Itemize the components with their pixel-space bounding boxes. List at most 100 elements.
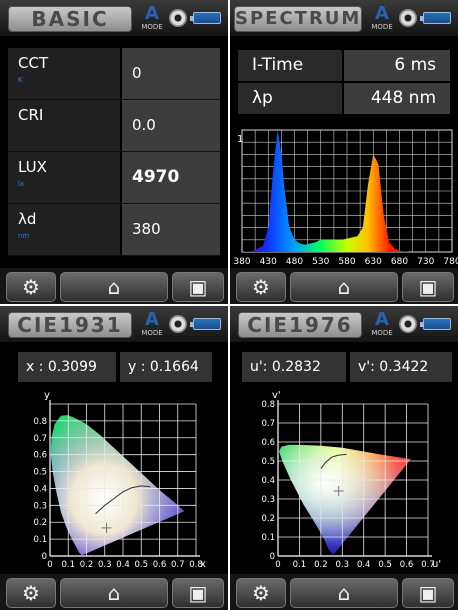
cie-y-tick: 0.4 [33, 484, 47, 494]
home-button[interactable]: ⌂ [290, 272, 398, 302]
cct-value: 0 [122, 48, 220, 99]
mode-letter: A [145, 3, 159, 24]
cie-x-tick: 0.6 [153, 560, 167, 570]
cie1976-chart: 0 0.1 0.2 0.3 0.4 0.5 0.6 0.7 0 0.1 0.2 0.3 0.4 0.5 0.… [261, 390, 441, 570]
cie-y-tick: 0.5 [261, 457, 275, 467]
cie-y-tick: 0.1 [261, 533, 275, 543]
cie-y-tick: 0.6 [33, 451, 47, 461]
cie1931-axis-y-name: y [44, 390, 50, 401]
cie-y-tick: 0.2 [261, 514, 275, 524]
row-lux: LUX lx 4970 [8, 152, 220, 204]
spectrum-x-tick: 530 [312, 257, 329, 267]
ld-unit: nm [18, 232, 30, 240]
home-icon: ⌂ [337, 581, 351, 605]
save-button[interactable]: ▣ [172, 272, 224, 302]
settings-button[interactable]: ⚙ [6, 578, 56, 608]
sensor-icon [169, 9, 187, 27]
cie1976-panel: CIE1976 A MODE u': 0.2832 v': 0.3422 0 0… [230, 306, 458, 610]
cie-x-tick: 0.4 [116, 560, 130, 570]
cri-label-cell: CRI [8, 100, 120, 151]
basic-title: BASIC [8, 6, 132, 32]
save-button[interactable]: ▣ [402, 578, 454, 608]
cie1931-chart: 0 0.1 0.2 0.3 0.4 0.5 0.6 0.7 0.8 0 0.1 0.2 0.3 0.4 0.… [33, 390, 206, 570]
lux-label: LUX [18, 158, 47, 176]
cie-x-tick: 0.7 [171, 560, 185, 570]
home-icon: ⌂ [107, 275, 121, 299]
home-button[interactable]: ⌂ [60, 578, 168, 608]
mode-button[interactable]: A MODE [140, 4, 164, 34]
cie-x-tick: 0.3 [336, 560, 350, 570]
cie-y-tick: 0.7 [33, 434, 47, 444]
cie1931-toolbar: ⚙ ⌂ ▣ [0, 574, 228, 610]
battery-icon [190, 12, 221, 24]
cri-value: 0.0 [122, 100, 220, 151]
gear-icon: ⚙ [252, 581, 270, 605]
save-button[interactable]: ▣ [172, 578, 224, 608]
basic-panel: BASIC A MODE CCT K 0 CRI 0.0 LUX lx 4970 λd… [0, 0, 228, 304]
spectrum-x-tick: 480 [286, 257, 303, 267]
cie-x-tick: 0.1 [61, 560, 75, 570]
cie-x-tick: 0.5 [134, 560, 148, 570]
spectrum-panel: SPECTRUM A MODE I-Time 6 ms λp 448 nm 1 … [230, 0, 458, 304]
save-icon: ▣ [418, 581, 438, 605]
spectrum-x-tick: 730 [417, 257, 434, 267]
spectrum-ymax-label: 1 [237, 134, 243, 145]
cie-y-tick: 0.8 [33, 417, 47, 427]
cie1931-axis-x-name: x [200, 559, 206, 570]
gear-icon: ⚙ [22, 581, 40, 605]
spectrum-x-tick: 680 [391, 257, 408, 267]
save-icon: ▣ [418, 275, 438, 299]
spectrum-chart: 1 380 430 480 530 580 630 680 730 780 [233, 129, 458, 267]
cie1931-gamut-white [50, 415, 185, 556]
basic-table: CCT K 0 CRI 0.0 LUX lx 4970 λd nm 380 [8, 48, 220, 256]
spectrum-toolbar: ⚙ ⌂ ▣ [230, 268, 458, 304]
save-icon: ▣ [188, 275, 208, 299]
cie-y-tick: 0.3 [33, 501, 47, 511]
ld-label: λd [18, 210, 37, 228]
spectrum-x-tick: 380 [233, 257, 250, 267]
home-button[interactable]: ⌂ [290, 578, 398, 608]
cie-y-tick: 0.6 [261, 438, 275, 448]
lux-unit: lx [18, 180, 25, 188]
home-icon: ⌂ [337, 275, 351, 299]
cie1976-axis-y-name: v' [272, 390, 281, 401]
row-cct: CCT K 0 [8, 48, 220, 100]
cie-y-tick: 0.1 [33, 535, 47, 545]
cie-x-tick: 0 [275, 560, 280, 570]
lux-label-cell: LUX lx [8, 152, 120, 203]
spectrum-x-tick: 430 [260, 257, 277, 267]
save-button[interactable]: ▣ [402, 272, 454, 302]
gear-icon: ⚙ [252, 275, 270, 299]
cie-y-tick: 0.2 [33, 518, 47, 528]
save-icon: ▣ [188, 581, 208, 605]
spectrum-x-tick: 630 [365, 257, 382, 267]
cie-x-tick: 0.3 [98, 560, 112, 570]
cie-x-tick: 0 [47, 560, 52, 570]
cri-label: CRI [18, 106, 44, 124]
cie-y-tick: 0.3 [261, 495, 275, 505]
spectrum-x-tick: 780 [443, 257, 458, 267]
settings-button[interactable]: ⚙ [236, 578, 286, 608]
row-dominant-wavelength: λd nm 380 [8, 204, 220, 256]
cct-label: CCT [18, 54, 49, 72]
home-button[interactable]: ⌂ [60, 272, 168, 302]
home-icon: ⌂ [107, 581, 121, 605]
cct-label-cell: CCT K [8, 48, 120, 99]
row-cri: CRI 0.0 [8, 100, 220, 152]
cct-unit: K [18, 76, 23, 84]
cie-x-tick: 0.2 [314, 560, 328, 570]
spectrum-x-tick: 580 [338, 257, 355, 267]
cie-y-tick: 0 [42, 552, 47, 562]
settings-button[interactable]: ⚙ [6, 272, 56, 302]
basic-toolbar: ⚙ ⌂ ▣ [0, 268, 228, 304]
mode-label: MODE [141, 23, 163, 31]
cie-x-tick: 0.1 [293, 560, 307, 570]
basic-titlebar: BASIC A MODE [0, 0, 228, 36]
cie-y-tick: 0.8 [261, 400, 275, 410]
ld-label-cell: λd nm [8, 204, 120, 255]
settings-button[interactable]: ⚙ [236, 272, 286, 302]
cie-x-tick: 0.2 [80, 560, 94, 570]
lux-value: 4970 [122, 152, 220, 203]
cie-x-tick: 0.5 [378, 560, 392, 570]
cie1976-toolbar: ⚙ ⌂ ▣ [230, 574, 458, 610]
